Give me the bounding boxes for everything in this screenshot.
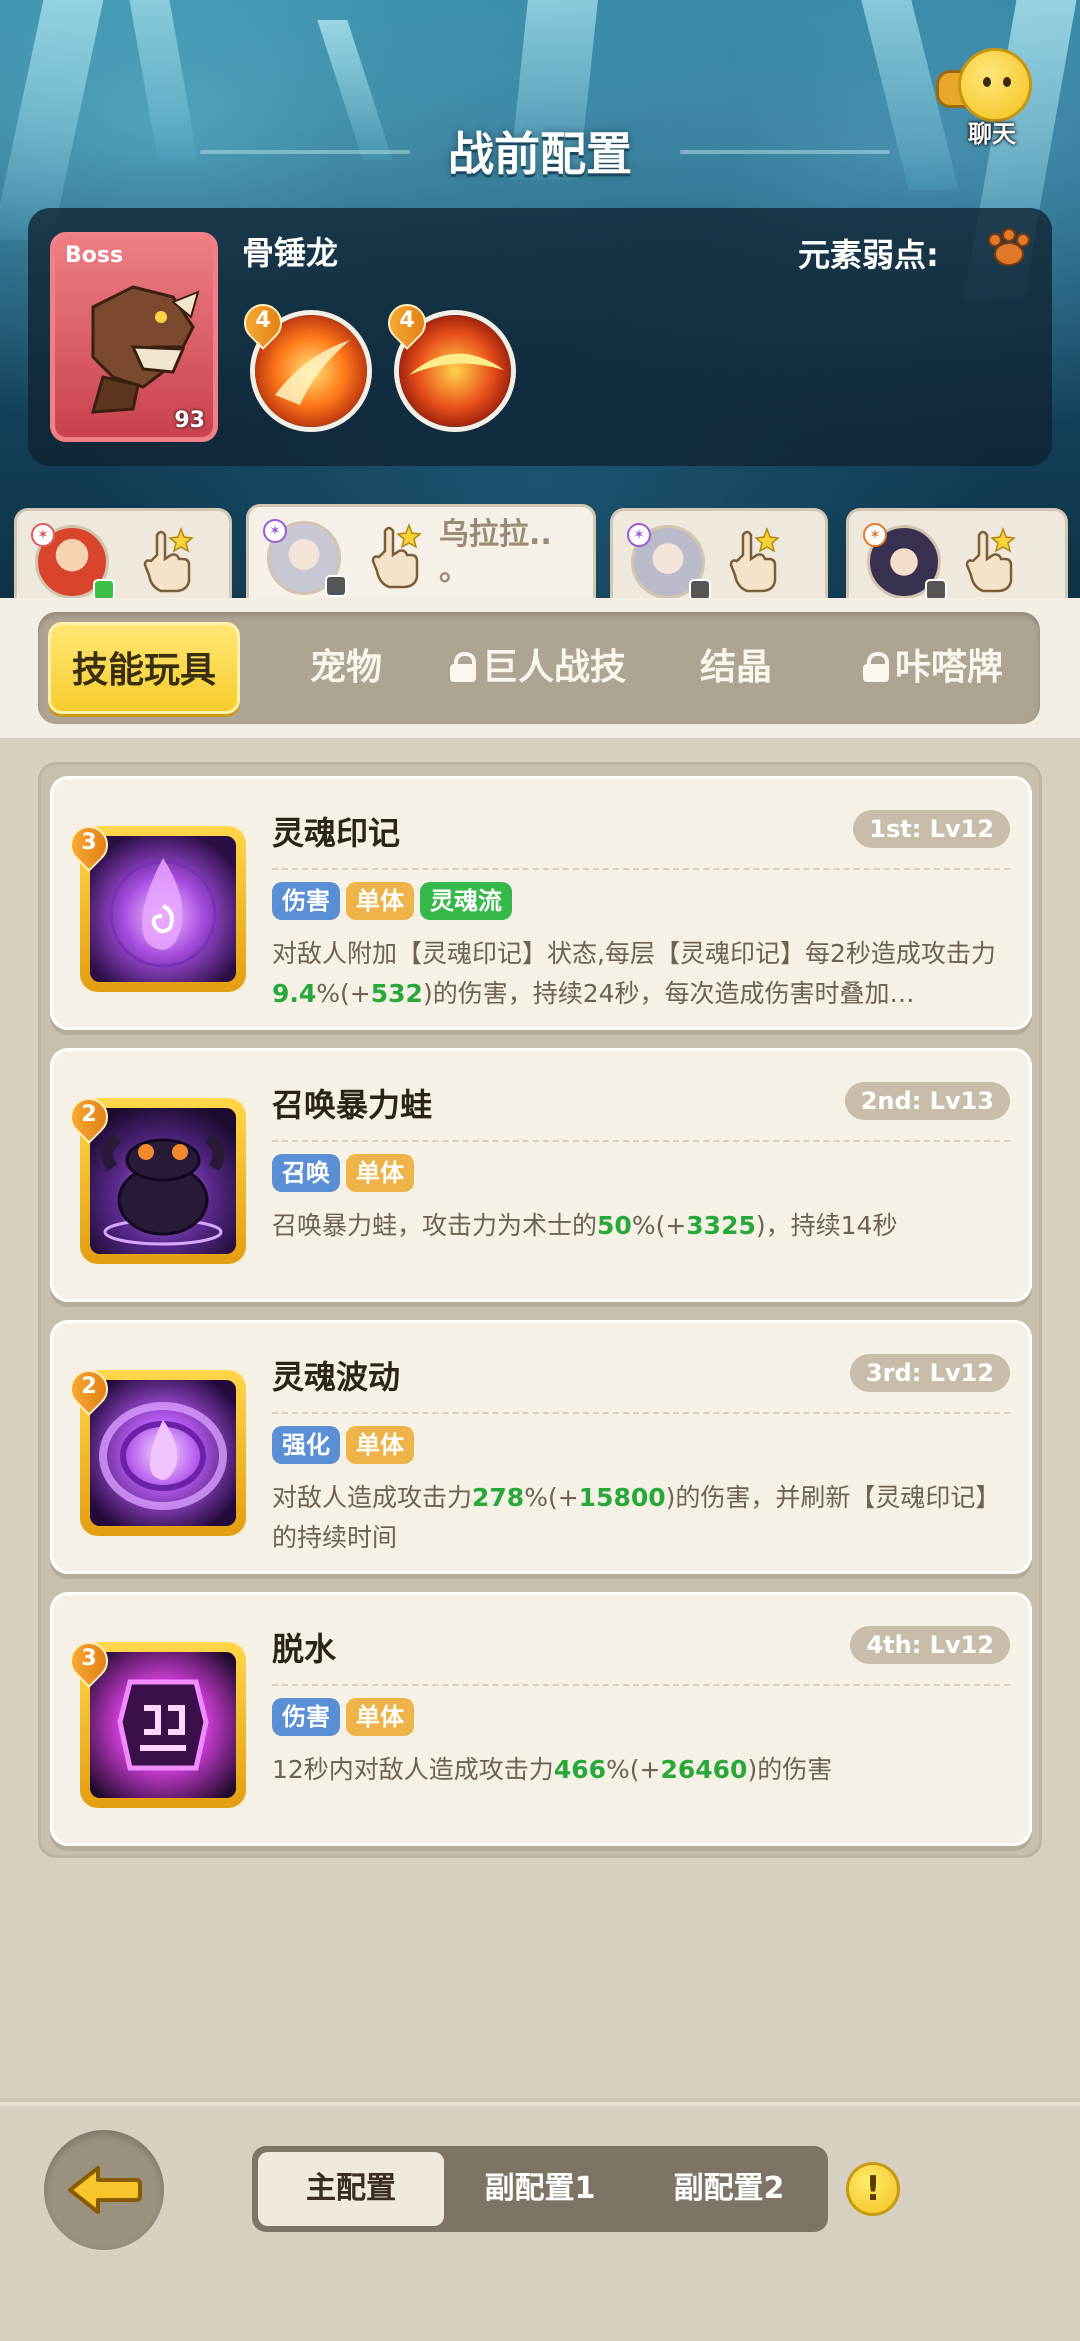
dehydrate-icon [90, 1652, 236, 1798]
skill-tags: 强化 单体 [272, 1426, 420, 1466]
boss-portrait[interactable]: Boss 93 [50, 232, 218, 442]
skill-description: 12秒内对敌人造成攻击力466%(+26460)的伤害 [272, 1755, 833, 1784]
tab-pets[interactable]: 宠物 [266, 612, 426, 724]
tab-label: 技能玩具 [71, 650, 216, 691]
category-tabs: 技能玩具 宠物 巨人战技 结晶 咔嗒牌 [38, 612, 1040, 724]
hero-tab-4[interactable]: ✶ [846, 508, 1068, 601]
skill-description: 对敌人附加【灵魂印记】状态,每层【灵魂印记】每2秒造成攻击力9.4%(+532)… [272, 939, 996, 1008]
skill-tag: 伤害 [272, 1698, 340, 1736]
back-arrow-icon [68, 2166, 142, 2214]
back-button[interactable] [44, 2130, 164, 2250]
config-switcher: 主配置 副配置1 副配置2 [252, 2146, 828, 2232]
page-title: 战前配置 [448, 127, 632, 181]
skill-name: 灵魂波动 [272, 1358, 401, 1396]
skill-tags: 召唤 单体 [272, 1154, 420, 1194]
skill-rank: 3 [81, 830, 97, 855]
tap-hand-icon [143, 526, 194, 593]
skill-card[interactable]: 2 召唤暴力蛙 2nd: Lv13 召唤 单体 召唤暴力蛙，攻击力为术士的50%(… [50, 1048, 1032, 1302]
tab-label: 巨人战技 [481, 647, 626, 688]
skill-description: 对敌人造成攻击力278%(+15800)的伤害，并刷新【灵魂印记】的持续时间 [272, 1483, 1001, 1552]
boss-panel: Boss 93 骨锤龙 元素弱点: 4 4 [28, 208, 1052, 466]
skill-rank: 3 [81, 1646, 97, 1671]
divider [272, 868, 1010, 870]
skill-card[interactable]: 2 灵魂波动 3rd: Lv12 强化 单体 对敌人造成攻击力278%(+1580… [50, 1320, 1032, 1574]
skill-name: 灵魂印记 [272, 814, 401, 852]
tab-sub-config-2[interactable]: 副配置2 [636, 2146, 822, 2232]
skill-description: 召唤暴力蛙，攻击力为术士的50%(+3325)，持续14秒 [272, 1211, 898, 1240]
skill-name: 召唤暴力蛙 [272, 1086, 433, 1124]
element-badge-icon: ✶ [627, 523, 651, 547]
tab-click-cards[interactable]: 咔嗒牌 [838, 612, 1028, 724]
skill-tags: 伤害 单体 [272, 1698, 420, 1738]
tap-hand-icon [371, 522, 422, 589]
bone-hammer-dragon-icon [90, 285, 200, 414]
skill-tag: 单体 [346, 1154, 414, 1192]
skill-level-badge: 4th: Lv12 [850, 1626, 1010, 1664]
chat-label: 聊天 [968, 120, 1016, 148]
skill-rank: 2 [81, 1102, 97, 1127]
skill-name: 脱水 [272, 1630, 337, 1668]
boss-name: 骨锤龙 [242, 234, 339, 272]
boss-level: 93 [174, 408, 205, 433]
exclamation-icon: ! [865, 2169, 881, 2209]
divider [272, 1412, 1010, 1414]
tab-giant-skills[interactable]: 巨人战技 [438, 612, 638, 724]
weapon-type-icon [325, 575, 347, 597]
element-badge-icon: ✶ [263, 519, 287, 543]
tab-sub-config-1[interactable]: 副配置1 [450, 2146, 630, 2232]
hero-name: 乌拉拉.. 。 [439, 517, 552, 588]
tap-hand-icon [965, 526, 1016, 593]
skill-card[interactable]: 3 脱水 4th: Lv12 伤害 单体 12秒内对敌人造成攻击力466%(+26… [50, 1592, 1032, 1846]
chat-button[interactable]: 聊天 [936, 48, 1046, 148]
hero-tab-1[interactable]: ✶ [14, 508, 232, 601]
skill-rank: 2 [81, 1374, 97, 1399]
skill-tag: 召唤 [272, 1154, 340, 1192]
skill-level-badge: 1st: Lv12 [853, 810, 1010, 848]
skill-level-badge: 2nd: Lv13 [844, 1082, 1010, 1120]
violent-frog-icon [90, 1108, 236, 1254]
tab-label: 宠物 [309, 647, 382, 688]
tab-skill-toys[interactable]: 技能玩具 [48, 622, 240, 714]
element-weakness-label: 元素弱点: [798, 236, 939, 274]
skill-tag: 单体 [346, 1426, 414, 1464]
boss-skill-rank: 4 [399, 308, 415, 333]
skill-tag: 强化 [272, 1426, 340, 1464]
tab-label: 咔嗒牌 [894, 647, 1003, 688]
skill-card[interactable]: 3 灵魂印记 1st: Lv12 伤害 单体 灵魂流 对敌人附加【灵魂印记】状态,每… [50, 776, 1032, 1030]
hero-tab-3[interactable]: ✶ [610, 508, 828, 601]
element-badge-icon: ✶ [863, 523, 887, 547]
tab-crystals[interactable]: 结晶 [656, 612, 816, 724]
divider [272, 1684, 1010, 1686]
divider [272, 1140, 1010, 1142]
skill-level-badge: 3rd: Lv12 [849, 1354, 1010, 1392]
boss-tag: Boss [65, 243, 124, 268]
soul-wave-icon [90, 1380, 236, 1526]
soul-mark-icon [90, 836, 236, 982]
skill-tags: 伤害 单体 灵魂流 [272, 882, 518, 922]
skill-tag: 灵魂流 [420, 882, 512, 920]
info-button[interactable]: ! [846, 2162, 900, 2216]
tap-hand-icon [729, 526, 780, 593]
tab-main-config[interactable]: 主配置 [258, 2152, 444, 2226]
lock-icon [862, 652, 889, 682]
smiley-icon [958, 48, 1032, 122]
skill-tag: 单体 [346, 882, 414, 920]
tab-label: 结晶 [699, 647, 772, 688]
paw-element-icon[interactable] [986, 228, 1032, 268]
lock-icon [449, 652, 476, 682]
hero-tab-2[interactable]: ✶ 乌拉拉.. 。 [246, 504, 596, 602]
element-badge-icon: ✶ [31, 523, 55, 547]
skill-tag: 单体 [346, 1698, 414, 1736]
skill-tag: 伤害 [272, 882, 340, 920]
boss-skill-rank: 4 [255, 308, 271, 333]
